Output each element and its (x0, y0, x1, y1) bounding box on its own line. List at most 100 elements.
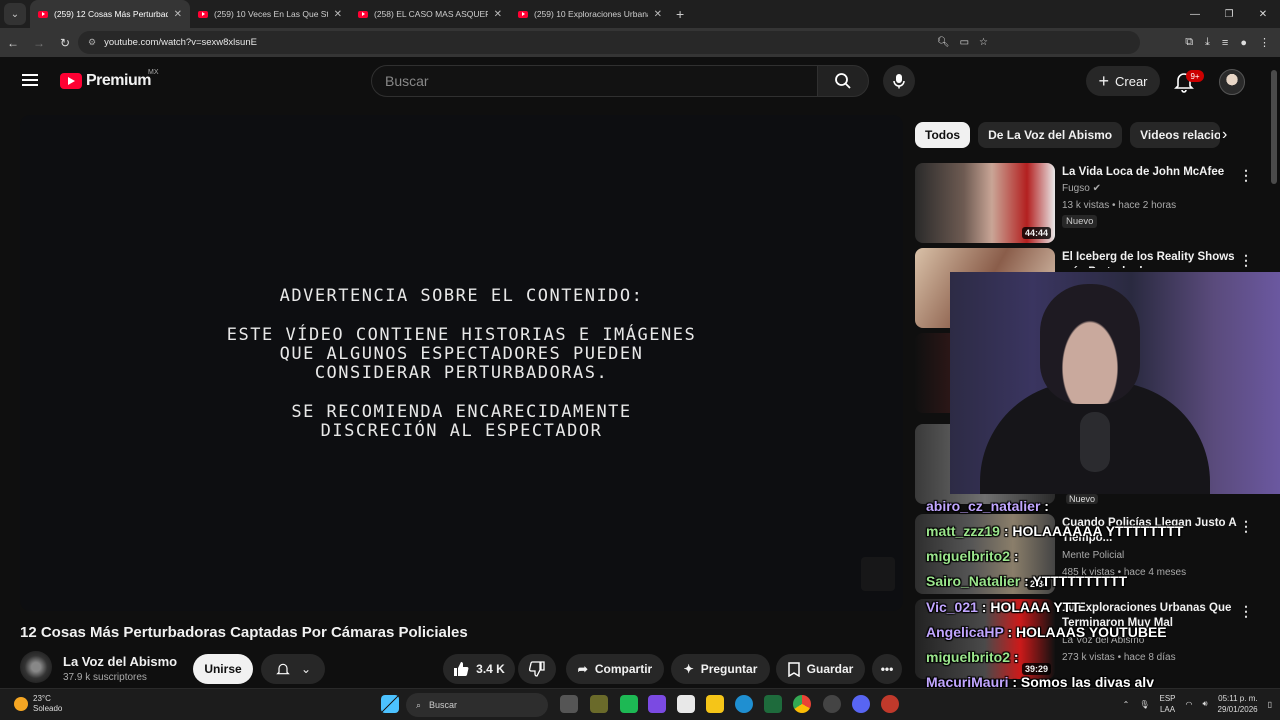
browser-tab-1[interactable]: (259) 10 Veces En Las Que Strea ✕ (190, 0, 350, 28)
cast-icon[interactable]: ▭ (960, 37, 969, 48)
join-button[interactable]: Unirse (193, 654, 253, 684)
taskbar-search[interactable]: ⌕ Buscar (406, 693, 548, 717)
ask-button[interactable]: ✦ Preguntar (671, 654, 770, 684)
chat-user: matt_zzz19 (926, 523, 1000, 539)
browser-tab-0[interactable]: (259) 12 Cosas Más Perturbadora ✕ (30, 0, 190, 28)
more-vertical-icon[interactable]: ⋮ (1239, 252, 1253, 269)
reading-list-icon[interactable]: ≡ (1222, 37, 1228, 49)
close-tab-icon[interactable]: ✕ (494, 9, 502, 20)
chip-related[interactable]: Videos relacion (1130, 122, 1221, 148)
chat-user: miguelbrito2 (926, 548, 1011, 564)
app-icon[interactable] (764, 695, 782, 713)
create-button[interactable]: + Crear (1086, 66, 1160, 96)
discord-icon[interactable] (852, 695, 870, 713)
more-actions-button[interactable]: ••• (872, 654, 902, 684)
chevron-up-icon[interactable]: ⌃ (1123, 700, 1130, 709)
youtube-favicon-icon (518, 10, 528, 18)
account-avatar[interactable] (1219, 69, 1245, 95)
search-button[interactable] (817, 65, 869, 97)
filter-chips: Todos De La Voz del Abismo Videos relaci… (915, 122, 1221, 148)
store-icon[interactable] (677, 695, 695, 713)
sidebar-scrollbar[interactable] (1271, 70, 1277, 184)
like-button[interactable]: 3.4 K (443, 654, 515, 684)
url-bar[interactable]: ⚙ youtube.com/watch?v=sexw8xlsunE 🔍︎ ▭ ☆ (78, 31, 1140, 54)
chip-channel[interactable]: De La Voz del Abismo (978, 122, 1123, 148)
app-icon[interactable] (590, 695, 608, 713)
taskbar-search-label: Buscar (429, 700, 458, 710)
menu-icon[interactable] (22, 74, 38, 86)
chrome-icon[interactable] (793, 695, 811, 713)
more-horizontal-icon: ••• (880, 662, 894, 676)
back-icon[interactable]: ← (0, 36, 26, 50)
chat-message: Vic_021 : HOLAAA YTT (926, 599, 1080, 615)
app-icon[interactable] (620, 695, 638, 713)
recommendation-title[interactable]: La Vida Loca de John McAfee (1062, 165, 1240, 180)
forward-icon[interactable]: → (26, 36, 52, 50)
search-input[interactable]: Buscar (371, 65, 818, 97)
task-view-icon[interactable] (560, 695, 578, 713)
chip-all[interactable]: Todos (915, 122, 971, 148)
maximize-icon[interactable]: ❐ (1212, 9, 1246, 20)
ask-label: Preguntar (700, 662, 758, 676)
browser-tab-2[interactable]: (258) EL CASO MAS ASQUEROS ✕ (350, 0, 510, 28)
weather-widget[interactable]: 23°C Soleado (14, 694, 62, 714)
windows-start-icon[interactable] (381, 695, 399, 713)
clock[interactable]: 05:11 p. m. 29/01/2026 (1218, 693, 1258, 715)
channel-name[interactable]: La Voz del Abismo (63, 654, 177, 669)
volume-icon[interactable]: 🔊︎ (1203, 699, 1208, 709)
voice-search-button[interactable] (883, 65, 915, 97)
dislike-button[interactable] (518, 654, 556, 684)
microphone-icon[interactable]: 🎙︎ (1139, 700, 1149, 709)
close-window-icon[interactable]: ✕ (1246, 9, 1280, 20)
bookmark-icon (787, 661, 800, 677)
chat-text: : HOLAAA YTT (981, 599, 1080, 615)
channel-watermark[interactable] (861, 557, 895, 591)
video-player[interactable]: ADVERTENCIA SOBRE EL CONTENIDO: ESTE VÍD… (20, 115, 903, 611)
youtube-logo[interactable]: Premium MX (60, 69, 159, 90)
subscription-bell-button[interactable]: ⌄ (261, 654, 325, 684)
browser-tab-3[interactable]: (259) 10 Exploraciones Urbanas ✕ (510, 0, 670, 28)
bell-icon (276, 663, 290, 675)
wifi-icon[interactable]: ◠ (1186, 700, 1193, 709)
recommendation-thumbnail[interactable]: 44:44 (915, 163, 1055, 243)
close-tab-icon[interactable]: ✕ (174, 9, 182, 20)
file-explorer-icon[interactable] (706, 695, 724, 713)
edge-icon[interactable] (735, 695, 753, 713)
more-vertical-icon[interactable]: ⋮ (1239, 603, 1253, 620)
warning-title: ADVERTENCIA SOBRE EL CONTENIDO: (279, 286, 644, 306)
reload-icon[interactable]: ↻ (52, 36, 78, 50)
site-info-icon[interactable]: ⚙ (88, 37, 96, 48)
notification-center-icon[interactable]: ▯ (1268, 700, 1272, 709)
more-vertical-icon[interactable]: ⋮ (1239, 167, 1253, 184)
chat-message: miguelbrito2 : (926, 649, 1019, 665)
profile-icon[interactable]: ● (1240, 37, 1247, 49)
download-icon[interactable]: ⤓ (1205, 36, 1210, 49)
app-icon[interactable] (823, 695, 841, 713)
close-tab-icon[interactable]: ✕ (334, 9, 342, 20)
extensions-icon[interactable]: ⧉ (1185, 36, 1193, 49)
bookmark-star-icon[interactable]: ☆ (979, 37, 988, 48)
warning-line: QUE ALGUNOS ESPECTADORES PUEDEN (279, 344, 644, 364)
tab-title: (258) EL CASO MAS ASQUEROS (374, 9, 488, 19)
browser-menu-icon[interactable]: ⋮ (1259, 36, 1270, 49)
recommendation-item[interactable]: 44:44 La Vida Loca de John McAfee Fugso … (915, 163, 1265, 243)
zoom-icon[interactable]: 🔍︎ (937, 37, 950, 48)
app-icon[interactable] (648, 695, 666, 713)
recommendation-title[interactable]: El Iceberg de los Reality Shows más Pert… (1062, 250, 1240, 268)
tab-search-button[interactable]: ⌄ (4, 3, 26, 25)
close-tab-icon[interactable]: ✕ (654, 9, 662, 20)
recommendation-channel[interactable]: Mente Policial (1062, 550, 1124, 561)
save-button[interactable]: Guardar (776, 654, 865, 684)
channel-avatar[interactable] (20, 651, 52, 683)
chat-text: : (1013, 548, 1019, 564)
minimize-icon[interactable]: — (1178, 9, 1212, 20)
share-button[interactable]: ➦ Compartir (566, 654, 664, 684)
more-vertical-icon[interactable]: ⋮ (1239, 518, 1253, 535)
chat-message: matt_zzz19 : HOLAAAAAA YTTTTTTTT (926, 523, 1183, 539)
share-label: Compartir (594, 662, 653, 676)
chevron-right-icon[interactable]: › (1222, 126, 1227, 144)
app-icon[interactable] (881, 695, 899, 713)
recommendation-channel[interactable]: Fugso ✔ (1062, 183, 1101, 194)
language-indicator[interactable]: ESP LAA (1160, 693, 1176, 715)
new-tab-button[interactable]: + (676, 6, 684, 22)
